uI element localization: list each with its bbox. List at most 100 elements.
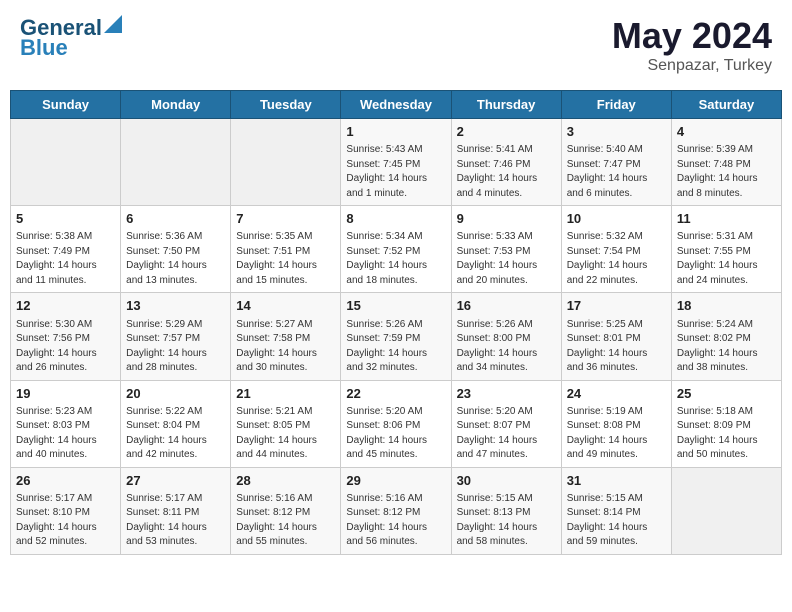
day-number: 19	[16, 385, 115, 403]
calendar-body: 1 Sunrise: 5:43 AMSunset: 7:45 PMDaylight…	[11, 119, 782, 555]
day-number: 23	[457, 385, 556, 403]
day-info: Sunrise: 5:21 AMSunset: 8:05 PMDaylight:…	[236, 405, 335, 463]
page-header: General Blue May 2024 Senpazar, Turkey	[10, 10, 782, 80]
calendar-cell: 12 Sunrise: 5:30 AMSunset: 7:56 PMDayligh…	[11, 293, 121, 380]
calendar-cell: 20 Sunrise: 5:22 AMSunset: 8:04 PMDayligh…	[121, 380, 231, 467]
calendar-cell: 7Sunrise: 5:35 AMSunset: 7:51 PMDaylight…	[231, 206, 341, 293]
day-number: 9	[457, 210, 556, 228]
day-number: 10	[567, 210, 666, 228]
day-number: 20	[126, 385, 225, 403]
calendar-cell: 22Sunrise: 5:20 AMSunset: 8:06 PMDayligh…	[341, 380, 451, 467]
calendar-cell: 8Sunrise: 5:34 AMSunset: 7:52 PMDaylight…	[341, 206, 451, 293]
calendar-cell: 3 Sunrise: 5:40 AMSunset: 7:47 PMDaylight…	[561, 119, 671, 206]
day-number: 13	[126, 297, 225, 315]
calendar-cell: 2Sunrise: 5:41 AMSunset: 7:46 PMDaylight…	[451, 119, 561, 206]
calendar-week-row: 12 Sunrise: 5:30 AMSunset: 7:56 PMDayligh…	[11, 293, 782, 380]
calendar-cell: 14 Sunrise: 5:27 AMSunset: 7:58 PMDayligh…	[231, 293, 341, 380]
weekday-header-tuesday: Tuesday	[231, 91, 341, 119]
calendar-cell	[11, 119, 121, 206]
day-info: Sunrise: 5:40 AMSunset: 7:47 PMDaylight:…	[567, 143, 666, 201]
calendar-cell: 15 Sunrise: 5:26 AMSunset: 7:59 PMDayligh…	[341, 293, 451, 380]
day-number: 29	[346, 472, 445, 490]
day-info: Sunrise: 5:16 AMSunset: 8:12 PMDaylight:…	[236, 492, 335, 550]
calendar-week-row: 19 Sunrise: 5:23 AMSunset: 8:03 PMDayligh…	[11, 380, 782, 467]
day-info: Sunrise: 5:43 AMSunset: 7:45 PMDaylight:…	[346, 143, 445, 201]
day-number: 21	[236, 385, 335, 403]
day-number: 4	[677, 123, 776, 141]
day-info: Sunrise: 5:19 AMSunset: 8:08 PMDaylight:…	[567, 405, 666, 463]
calendar-table: SundayMondayTuesdayWednesdayThursdayFrid…	[10, 90, 782, 555]
calendar-cell: 29 Sunrise: 5:16 AMSunset: 8:12 PMDayligh…	[341, 467, 451, 554]
day-info: Sunrise: 5:33 AMSunset: 7:53 PMDaylight:…	[457, 230, 556, 288]
day-info: Sunrise: 5:24 AMSunset: 8:02 PMDaylight:…	[677, 318, 776, 376]
day-info: Sunrise: 5:23 AMSunset: 8:03 PMDaylight:…	[16, 405, 115, 463]
day-number: 3	[567, 123, 666, 141]
day-number: 11	[677, 210, 776, 228]
day-number: 6	[126, 210, 225, 228]
day-info: Sunrise: 5:20 AMSunset: 8:07 PMDaylight:…	[457, 405, 556, 463]
day-info: Sunrise: 5:27 AMSunset: 7:58 PMDaylight:…	[236, 318, 335, 376]
day-number: 27	[126, 472, 225, 490]
day-number: 12	[16, 297, 115, 315]
day-info: Sunrise: 5:29 AMSunset: 7:57 PMDaylight:…	[126, 318, 225, 376]
day-info: Sunrise: 5:25 AMSunset: 8:01 PMDaylight:…	[567, 318, 666, 376]
day-info: Sunrise: 5:31 AMSunset: 7:55 PMDaylight:…	[677, 230, 776, 288]
calendar-cell: 10 Sunrise: 5:32 AMSunset: 7:54 PMDayligh…	[561, 206, 671, 293]
day-number: 31	[567, 472, 666, 490]
calendar-header: SundayMondayTuesdayWednesdayThursdayFrid…	[11, 91, 782, 119]
day-number: 25	[677, 385, 776, 403]
calendar-cell	[671, 467, 781, 554]
day-info: Sunrise: 5:35 AMSunset: 7:51 PMDaylight:…	[236, 230, 335, 288]
calendar-cell: 13 Sunrise: 5:29 AMSunset: 7:57 PMDayligh…	[121, 293, 231, 380]
calendar-cell: 28 Sunrise: 5:16 AMSunset: 8:12 PMDayligh…	[231, 467, 341, 554]
day-info: Sunrise: 5:26 AMSunset: 8:00 PMDaylight:…	[457, 318, 556, 376]
calendar-week-row: 26Sunrise: 5:17 AMSunset: 8:10 PMDayligh…	[11, 467, 782, 554]
day-info: Sunrise: 5:22 AMSunset: 8:04 PMDaylight:…	[126, 405, 225, 463]
calendar-cell: 17 Sunrise: 5:25 AMSunset: 8:01 PMDayligh…	[561, 293, 671, 380]
day-number: 24	[567, 385, 666, 403]
logo: General Blue	[20, 15, 122, 61]
day-number: 28	[236, 472, 335, 490]
location-subtitle: Senpazar, Turkey	[612, 57, 772, 75]
day-info: Sunrise: 5:32 AMSunset: 7:54 PMDaylight:…	[567, 230, 666, 288]
day-number: 15	[346, 297, 445, 315]
day-number: 5	[16, 210, 115, 228]
calendar-cell: 30Sunrise: 5:15 AMSunset: 8:13 PMDayligh…	[451, 467, 561, 554]
day-info: Sunrise: 5:26 AMSunset: 7:59 PMDaylight:…	[346, 318, 445, 376]
day-info: Sunrise: 5:38 AMSunset: 7:49 PMDaylight:…	[16, 230, 115, 288]
weekday-header-wednesday: Wednesday	[341, 91, 451, 119]
calendar-cell: 18 Sunrise: 5:24 AMSunset: 8:02 PMDayligh…	[671, 293, 781, 380]
day-number: 16	[457, 297, 556, 315]
day-number: 18	[677, 297, 776, 315]
calendar-cell: 24 Sunrise: 5:19 AMSunset: 8:08 PMDayligh…	[561, 380, 671, 467]
calendar-cell: 23 Sunrise: 5:20 AMSunset: 8:07 PMDayligh…	[451, 380, 561, 467]
day-info: Sunrise: 5:34 AMSunset: 7:52 PMDaylight:…	[346, 230, 445, 288]
calendar-cell: 27Sunrise: 5:17 AMSunset: 8:11 PMDayligh…	[121, 467, 231, 554]
day-number: 26	[16, 472, 115, 490]
day-info: Sunrise: 5:15 AMSunset: 8:13 PMDaylight:…	[457, 492, 556, 550]
calendar-cell: 21 Sunrise: 5:21 AMSunset: 8:05 PMDayligh…	[231, 380, 341, 467]
weekday-header-sunday: Sunday	[11, 91, 121, 119]
day-info: Sunrise: 5:41 AMSunset: 7:46 PMDaylight:…	[457, 143, 556, 201]
day-info: Sunrise: 5:39 AMSunset: 7:48 PMDaylight:…	[677, 143, 776, 201]
month-year-title: May 2024	[612, 15, 772, 57]
day-number: 14	[236, 297, 335, 315]
weekday-header-monday: Monday	[121, 91, 231, 119]
calendar-cell: 1 Sunrise: 5:43 AMSunset: 7:45 PMDaylight…	[341, 119, 451, 206]
calendar-week-row: 5 Sunrise: 5:38 AMSunset: 7:49 PMDaylight…	[11, 206, 782, 293]
day-number: 17	[567, 297, 666, 315]
weekday-header-friday: Friday	[561, 91, 671, 119]
calendar-cell: 16 Sunrise: 5:26 AMSunset: 8:00 PMDayligh…	[451, 293, 561, 380]
day-info: Sunrise: 5:15 AMSunset: 8:14 PMDaylight:…	[567, 492, 666, 550]
day-info: Sunrise: 5:30 AMSunset: 7:56 PMDaylight:…	[16, 318, 115, 376]
calendar-cell: 9 Sunrise: 5:33 AMSunset: 7:53 PMDaylight…	[451, 206, 561, 293]
day-info: Sunrise: 5:36 AMSunset: 7:50 PMDaylight:…	[126, 230, 225, 288]
day-info: Sunrise: 5:16 AMSunset: 8:12 PMDaylight:…	[346, 492, 445, 550]
calendar-cell: 5 Sunrise: 5:38 AMSunset: 7:49 PMDaylight…	[11, 206, 121, 293]
calendar-cell: 26Sunrise: 5:17 AMSunset: 8:10 PMDayligh…	[11, 467, 121, 554]
calendar-cell: 31 Sunrise: 5:15 AMSunset: 8:14 PMDayligh…	[561, 467, 671, 554]
logo-blue: Blue	[20, 35, 68, 61]
calendar-cell: 4 Sunrise: 5:39 AMSunset: 7:48 PMDaylight…	[671, 119, 781, 206]
day-number: 1	[346, 123, 445, 141]
calendar-cell: 19 Sunrise: 5:23 AMSunset: 8:03 PMDayligh…	[11, 380, 121, 467]
